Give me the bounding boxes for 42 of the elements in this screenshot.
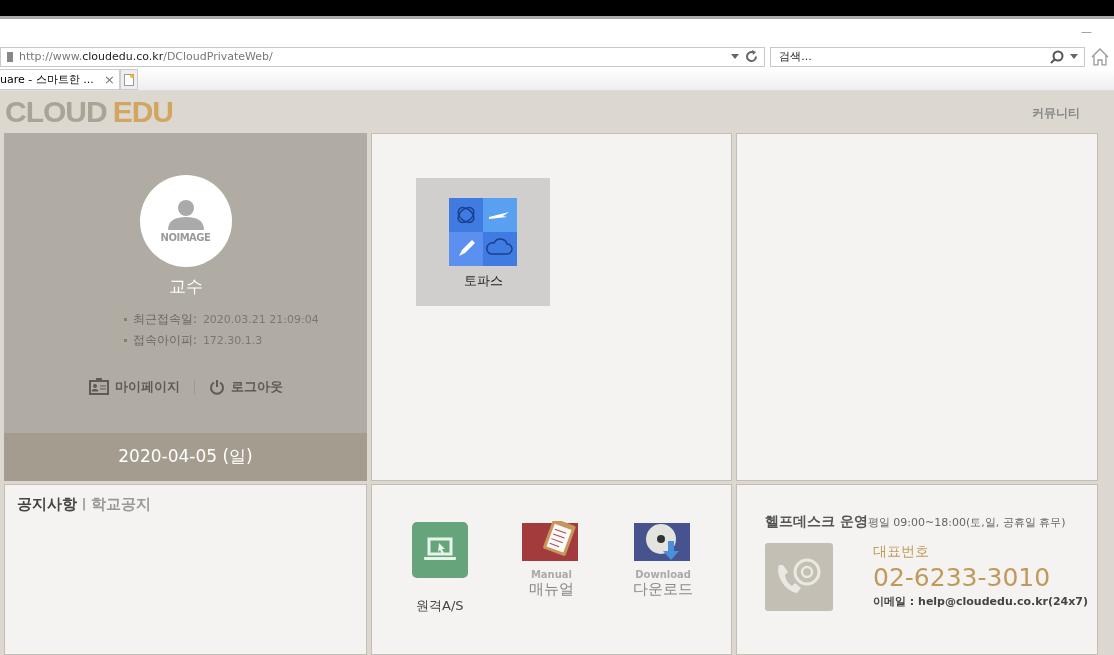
new-page-icon bbox=[124, 73, 134, 86]
new-tab-button[interactable] bbox=[120, 69, 138, 91]
avatar: NOIMAGE bbox=[139, 175, 232, 267]
notice-tab[interactable]: 학교공지 bbox=[91, 495, 152, 514]
mypage-link[interactable]: 마이페이지 bbox=[88, 378, 180, 396]
info-label: 최근접속일: bbox=[133, 312, 197, 327]
user-name: 교수 bbox=[168, 275, 203, 298]
refresh-icon[interactable] bbox=[745, 50, 759, 64]
phone-number: 02-6233-3010 bbox=[873, 563, 1052, 592]
nav-link[interactable]: 커뮤니티 bbox=[1032, 106, 1080, 121]
phone-label: 대표번호 bbox=[873, 543, 930, 561]
dropdown-icon[interactable] bbox=[731, 54, 740, 60]
app-grid-icon bbox=[449, 198, 517, 266]
logout-link[interactable]: 로그아웃 bbox=[208, 378, 283, 396]
date-bar: 2020-04-05 (일) bbox=[4, 433, 367, 481]
app-tile[interactable]: 토파스 bbox=[416, 178, 550, 306]
id-card-icon bbox=[88, 378, 109, 396]
laptop-icon bbox=[410, 521, 469, 579]
bullet-icon bbox=[124, 318, 127, 321]
logo-text: EDU bbox=[112, 95, 173, 130]
tool-link[interactable]: Manual 매뉴얼 bbox=[506, 521, 597, 599]
tool-link[interactable]: Download 다운로드 bbox=[618, 521, 709, 599]
helpdesk-title: 헬프데스크 운영 bbox=[765, 513, 868, 529]
separator-text: | bbox=[82, 497, 87, 512]
tool-link[interactable]: 원격A/S bbox=[394, 521, 485, 615]
search-icon[interactable] bbox=[1050, 49, 1065, 64]
home-icon[interactable] bbox=[1090, 47, 1110, 66]
helpdesk-hours: 평일 09:00~18:00(토,일, 공휴일 휴무) bbox=[867, 516, 1066, 529]
dropdown-icon[interactable] bbox=[1070, 54, 1079, 60]
close-tab-button[interactable]: × bbox=[104, 72, 115, 88]
page-icon bbox=[7, 51, 13, 62]
info-label: 접속아이피: bbox=[133, 333, 197, 348]
minimize-button[interactable]: — bbox=[1081, 25, 1092, 39]
phone-at-icon bbox=[765, 543, 833, 611]
power-icon bbox=[208, 379, 225, 395]
search-field[interactable]: 검색... bbox=[770, 46, 1086, 67]
address-field[interactable]: http://www.cloudedu.co.kr/DCloudPrivateWeb/ bbox=[0, 46, 766, 67]
logo-text: CLOUD bbox=[5, 95, 107, 130]
browser-tab[interactable]: uare - 스마트한 ... × bbox=[0, 69, 120, 91]
bullet-icon bbox=[124, 339, 127, 342]
notice-tab[interactable]: 공지사항 bbox=[17, 495, 77, 514]
email-text: 이메일 : help@cloudedu.co.kr(24x7) bbox=[873, 594, 1088, 609]
